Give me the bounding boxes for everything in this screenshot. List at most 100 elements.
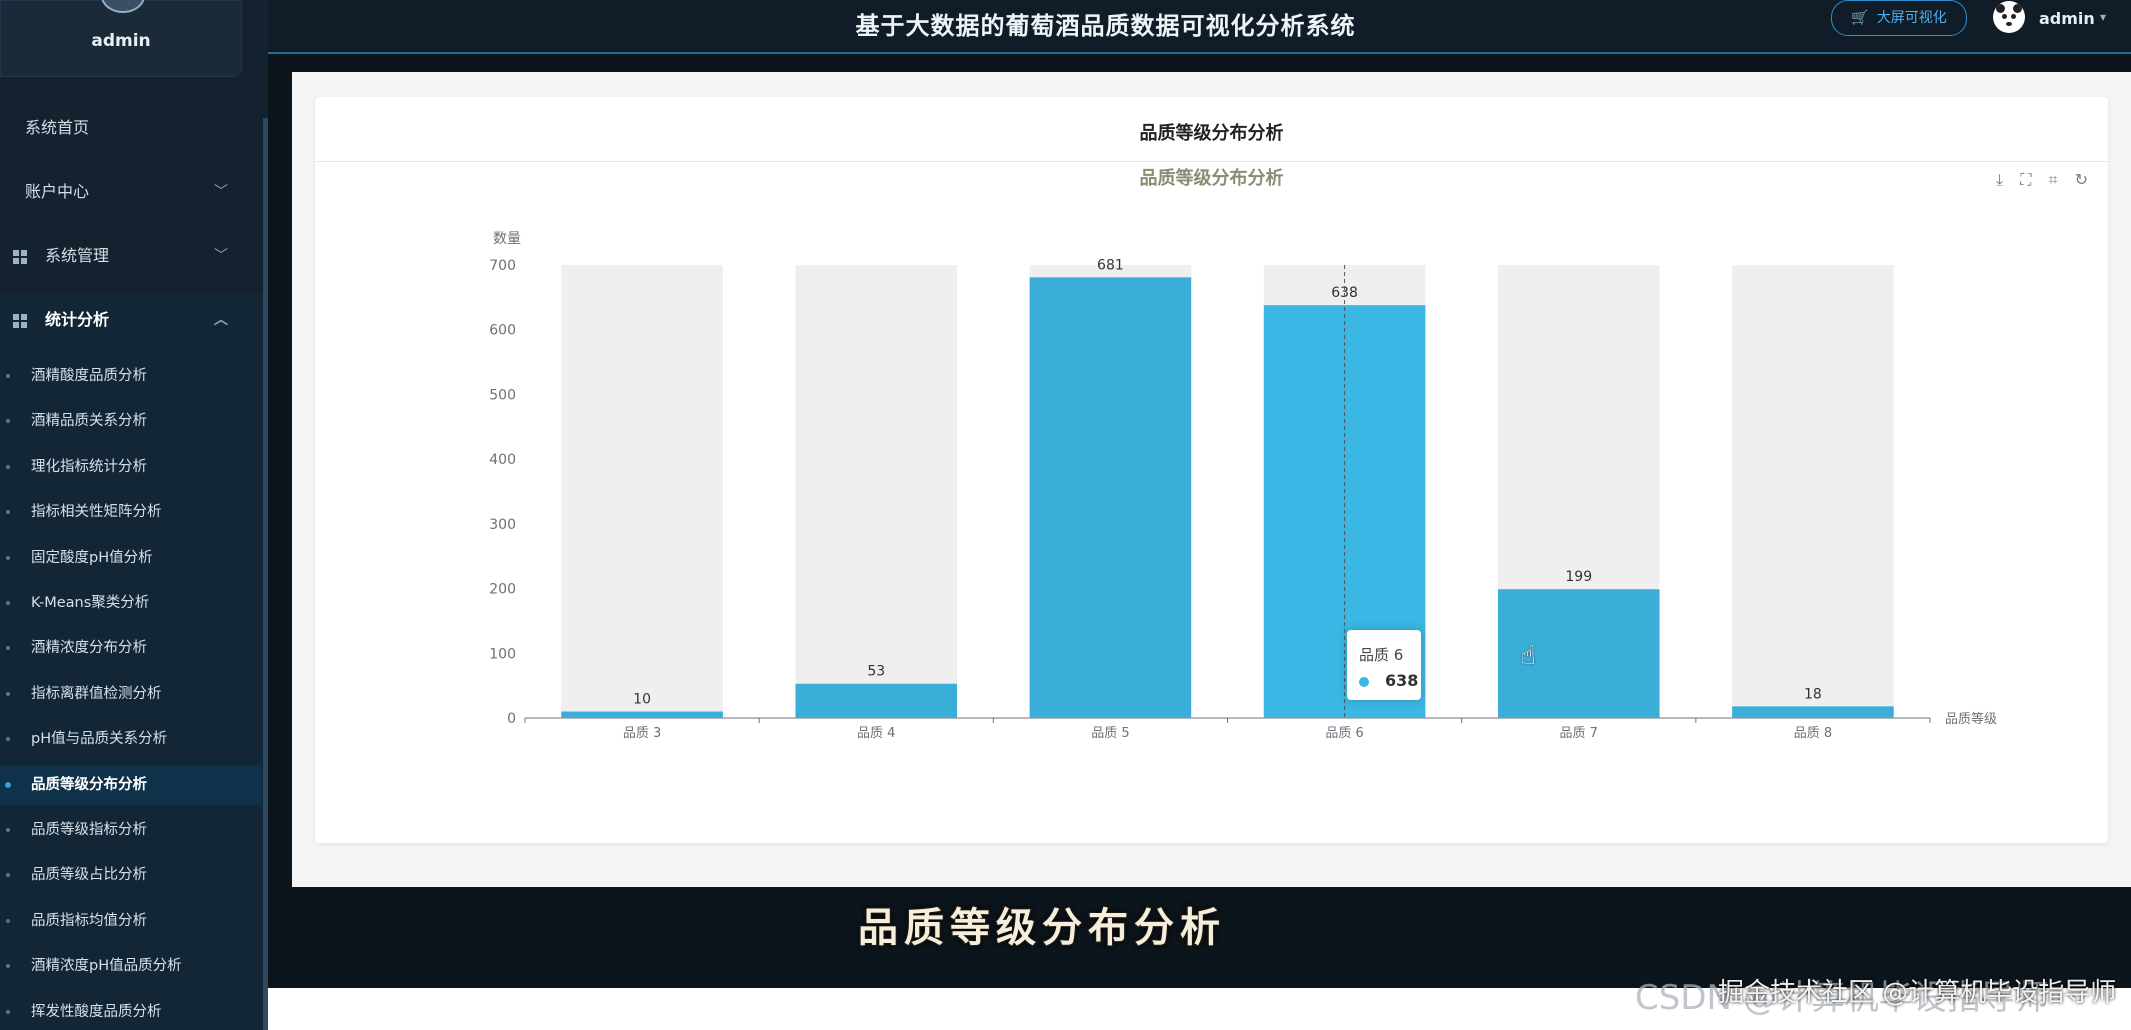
background-bar <box>561 265 723 718</box>
sidebar: admin 系统首页 账户中心 ﹀ 系统管理 ﹀ 统计分析 ︿ 酒精酸度品质分析… <box>0 0 268 1030</box>
sidebar-subitem-label: 酒精浓度pH值品质分析 <box>31 958 182 975</box>
bullet-icon <box>6 555 10 560</box>
bullet-icon <box>6 737 10 742</box>
sidebar-subitem-label: 酒精品质关系分析 <box>31 413 147 430</box>
x-tick-label: 品质 8 <box>1794 726 1832 741</box>
chevron-down-icon: ﹀ <box>214 184 228 200</box>
data-label: 18 <box>1804 686 1822 702</box>
sidebar-subitem[interactable]: 理化指标统计分析 <box>0 447 262 487</box>
background-bar <box>1732 265 1894 718</box>
sidebar-item-label: 系统首页 <box>25 118 90 137</box>
bullet-icon <box>6 918 10 923</box>
cart-icon: 🛒 <box>1851 10 1869 26</box>
data-label: 53 <box>867 664 885 680</box>
bar <box>795 683 958 718</box>
watermark-overlay: 掘金技术社区 @计算机毕设指导师 <box>1718 978 2117 1008</box>
y-tick-label: 700 <box>489 258 516 274</box>
sidebar-subitem-label: pH值与品质关系分析 <box>31 731 168 748</box>
bullet-icon <box>6 464 10 469</box>
y-tick-label: 600 <box>489 323 516 339</box>
bar-chart[interactable]: 0 100 200 300 400 500 600 700 数量 10 品质 3 53 品质 4 681 品… <box>315 97 2108 843</box>
y-tick-label: 200 <box>489 582 516 598</box>
tooltip-name: 品质 6 <box>1359 646 1404 664</box>
sidebar-item-home[interactable]: 系统首页 <box>0 108 262 148</box>
sidebar-profile[interactable]: admin <box>0 0 242 77</box>
sidebar-item-system[interactable]: 系统管理 ﹀ <box>0 236 262 276</box>
x-tick-label: 品质 6 <box>1325 726 1363 741</box>
sidebar-subitem-label: 指标离群值检测分析 <box>31 685 162 702</box>
sidebar-subitem-label: 酒精浓度分布分析 <box>31 640 147 657</box>
sidebar-subitem[interactable]: 品质等级分布分析 <box>0 764 262 805</box>
sidebar-username: admin <box>91 31 151 51</box>
sidebar-subitem[interactable]: 酒精浓度pH值品质分析 <box>0 946 262 986</box>
chart-tooltip: 品质 6 638 <box>1347 630 1421 700</box>
chevron-down-icon[interactable]: ▾ <box>2100 10 2106 24</box>
page-title: 基于大数据的葡萄酒品质数据可视化分析系统 <box>855 12 1356 40</box>
sidebar-subitem[interactable]: 指标离群值检测分析 <box>0 674 262 714</box>
sidebar-item-label: 统计分析 <box>45 310 110 329</box>
bullet-icon <box>6 601 10 605</box>
y-tick-label: 400 <box>489 452 516 468</box>
bullet-icon <box>6 374 10 378</box>
tooltip-value: 638 <box>1385 671 1419 690</box>
sidebar-subitem-label: 品质指标均值分析 <box>31 912 147 929</box>
sidebar-subitem[interactable]: 指标相关性矩阵分析 <box>0 492 262 532</box>
sidebar-subitem[interactable]: pH值与品质关系分析 <box>0 719 262 759</box>
chevron-up-icon: ︿ <box>214 312 228 328</box>
data-label: 681 <box>1097 257 1124 273</box>
tooltip-series-dot <box>1359 677 1369 687</box>
sidebar-subitem[interactable]: 酒精浓度分布分析 <box>0 628 262 668</box>
sidebar-subitem-label: K-Means聚类分析 <box>31 595 150 611</box>
bullet-icon <box>5 781 11 788</box>
avatar <box>101 0 145 13</box>
sidebar-subitem-label: 品质等级分布分析 <box>31 776 147 793</box>
data-label: 199 <box>1565 569 1592 585</box>
grid-icon <box>13 314 27 328</box>
sidebar-subitem-label: 指标相关性矩阵分析 <box>31 504 162 521</box>
x-axis-label: 品质等级 <box>1945 711 1997 727</box>
sidebar-subitem-label: 品质等级占比分析 <box>31 867 147 884</box>
pointer-cursor-icon: ☝ <box>1520 641 1536 671</box>
y-axis-label: 数量 <box>493 231 521 247</box>
background-bar <box>795 265 958 718</box>
sidebar-subitem-label: 品质等级指标分析 <box>31 822 147 838</box>
big-screen-label: 大屏可视化 <box>1876 10 1947 26</box>
big-screen-button[interactable]: 🛒 大屏可视化 <box>1831 0 1967 36</box>
sidebar-subitem[interactable]: 品质等级占比分析 <box>0 855 262 895</box>
bullet-icon <box>6 646 10 651</box>
x-tick-label: 品质 7 <box>1560 726 1598 741</box>
sidebar-subitem[interactable]: 品质等级指标分析 <box>0 810 262 850</box>
video-caption: 品质等级分布分析 <box>858 904 1226 951</box>
sidebar-subitem[interactable]: 酒精酸度品质分析 <box>0 356 262 396</box>
sidebar-subitem[interactable]: 固定酸度pH值分析 <box>0 538 262 578</box>
header-username[interactable]: admin <box>2039 9 2095 28</box>
sidebar-item-label: 系统管理 <box>45 246 110 265</box>
sidebar-subitem[interactable]: 酒精品质关系分析 <box>0 401 262 441</box>
y-tick-label: 100 <box>489 646 516 662</box>
y-tick-label: 300 <box>489 517 516 533</box>
bar <box>561 711 723 718</box>
x-tick-label: 品质 4 <box>857 726 895 741</box>
user-avatar[interactable] <box>1993 1 2025 33</box>
bullet-icon <box>6 1009 10 1014</box>
sidebar-subitem[interactable]: 挥发性酸度品质分析 <box>0 992 262 1030</box>
bullet-icon <box>6 964 10 969</box>
bar <box>1732 706 1894 718</box>
header: 基于大数据的葡萄酒品质数据可视化分析系统 🛒 大屏可视化 admin ▾ <box>268 0 2131 54</box>
sidebar-subitem[interactable]: 品质指标均值分析 <box>0 901 262 941</box>
bullet-icon <box>6 691 10 696</box>
grid-icon <box>13 250 27 264</box>
x-tick-label: 品质 5 <box>1091 726 1129 741</box>
sidebar-item-statistics[interactable]: 统计分析 ︿ <box>0 300 262 340</box>
sidebar-subitem[interactable]: K-Means聚类分析 <box>0 583 262 623</box>
bar <box>1029 277 1192 718</box>
sidebar-subitem-label: 理化指标统计分析 <box>31 458 147 475</box>
sidebar-item-account[interactable]: 账户中心 ﹀ <box>0 172 262 212</box>
bullet-icon <box>6 873 10 878</box>
bullet-icon <box>6 419 10 424</box>
chevron-down-icon: ﹀ <box>214 248 228 264</box>
sidebar-subitem-label: 挥发性酸度品质分析 <box>31 1003 162 1020</box>
y-tick-label: 500 <box>489 387 516 403</box>
sidebar-subitem-label: 固定酸度pH值分析 <box>31 549 153 566</box>
chart-card: 品质等级分布分析 品质等级分布分析 ⤓ ⛶ ⌗ ↻ 0 100 200 300 400 5… <box>315 97 2108 843</box>
